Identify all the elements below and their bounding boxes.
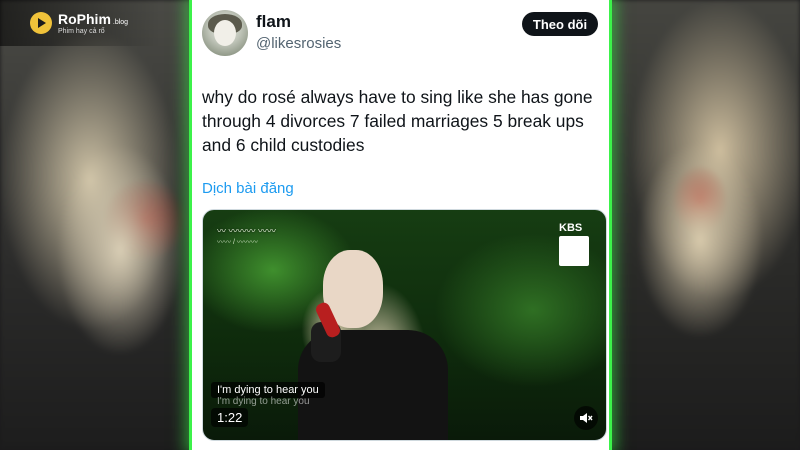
logo-tld: .blog	[112, 18, 129, 26]
show-title-overlay: 〰 〰〰〰 〰〰	[217, 226, 277, 236]
video-duration: 1:22	[211, 408, 249, 427]
tweet-text: why do rosé always have to sing like she…	[202, 87, 593, 155]
display-name[interactable]: flam	[256, 12, 291, 32]
speaker-muted-glyph	[580, 413, 593, 423]
user-handle[interactable]: @likesrosies	[256, 35, 341, 52]
play-logo-icon	[30, 12, 52, 34]
translate-link[interactable]: Dịch bài đăng	[202, 180, 294, 197]
blurred-background-right	[610, 0, 800, 450]
video-player[interactable]: 〰 〰〰〰 〰〰 〰〰 / 〰〰〰 KBS I'm dying to hear …	[202, 209, 607, 441]
logo-tagline: Phim hay cả rổ	[58, 27, 105, 35]
speaker-muted-icon[interactable]	[574, 406, 598, 430]
tweet-card-frame: flam @likesrosies Theo dõi why do rosé a…	[189, 0, 612, 450]
follow-button[interactable]: Theo dõi	[522, 12, 598, 36]
blurred-background-left	[0, 0, 190, 450]
show-subtitle-overlay: 〰〰 / 〰〰〰	[217, 239, 258, 246]
site-logo[interactable]: RoPhim .blog Phim hay cả rổ	[0, 0, 160, 46]
broadcaster-logo: KBS	[559, 222, 583, 234]
channel-badge-icon	[559, 236, 589, 266]
logo-name: RoPhim	[58, 10, 111, 27]
tweet-card: flam @likesrosies Theo dõi why do rosé a…	[200, 0, 607, 450]
video-caption-echo: I'm dying to hear you	[217, 396, 310, 407]
avatar[interactable]	[202, 10, 248, 56]
